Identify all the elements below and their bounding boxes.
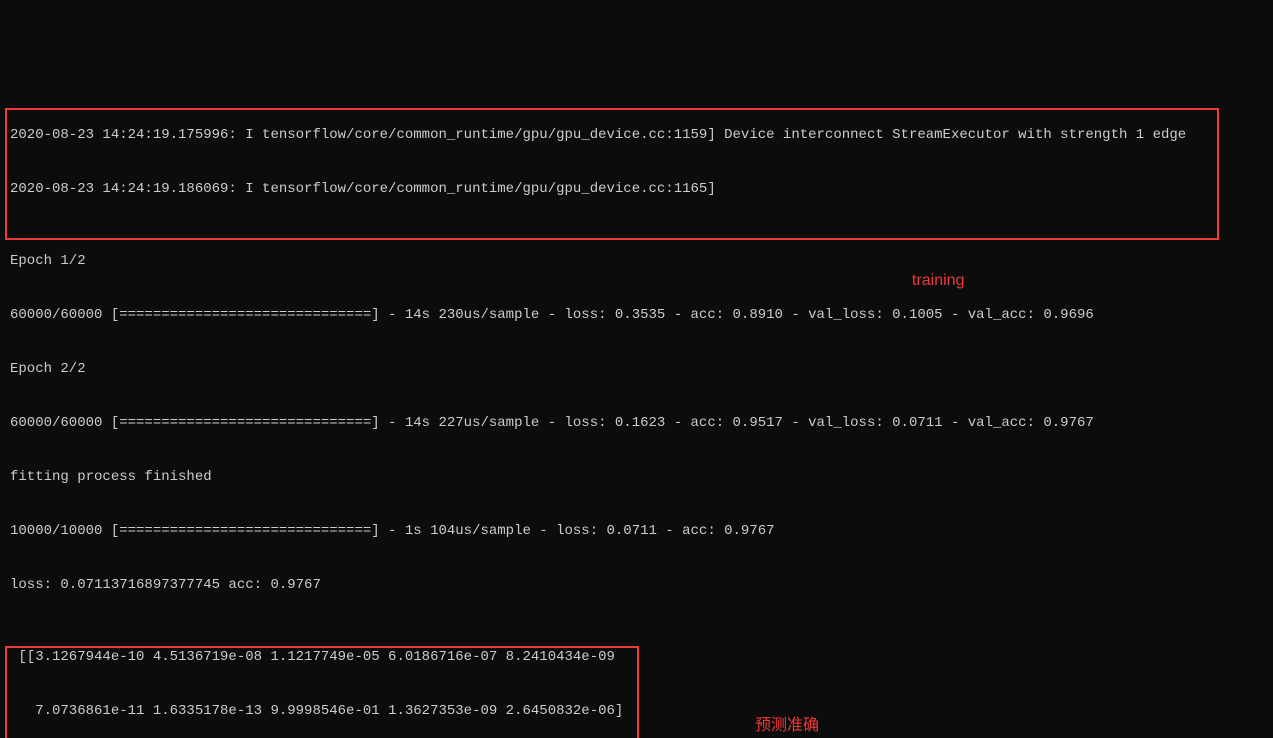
training-line: fitting process finished: [10, 468, 1267, 486]
log-line: 2020-08-23 14:24:19.186069: I tensorflow…: [10, 180, 1267, 198]
matrix-line: 7.0736861e-11 1.6335178e-13 9.9998546e-0…: [10, 702, 1267, 720]
training-line: 60000/60000 [===========================…: [10, 306, 1267, 324]
training-line: Epoch 1/2: [10, 252, 1267, 270]
training-line: 60000/60000 [===========================…: [10, 414, 1267, 432]
training-annotation: training: [912, 272, 964, 290]
training-line: Epoch 2/2: [10, 360, 1267, 378]
training-line: loss: 0.07113716897377745 acc: 0.9767: [10, 576, 1267, 594]
terminal-output: 2020-08-23 14:24:19.175996: I tensorflow…: [0, 72, 1273, 738]
matrix-line: [[3.1267944e-10 4.5136719e-08 1.1217749e…: [10, 648, 1267, 666]
training-line: 10000/10000 [===========================…: [10, 522, 1267, 540]
log-line: 2020-08-23 14:24:19.175996: I tensorflow…: [10, 126, 1267, 144]
